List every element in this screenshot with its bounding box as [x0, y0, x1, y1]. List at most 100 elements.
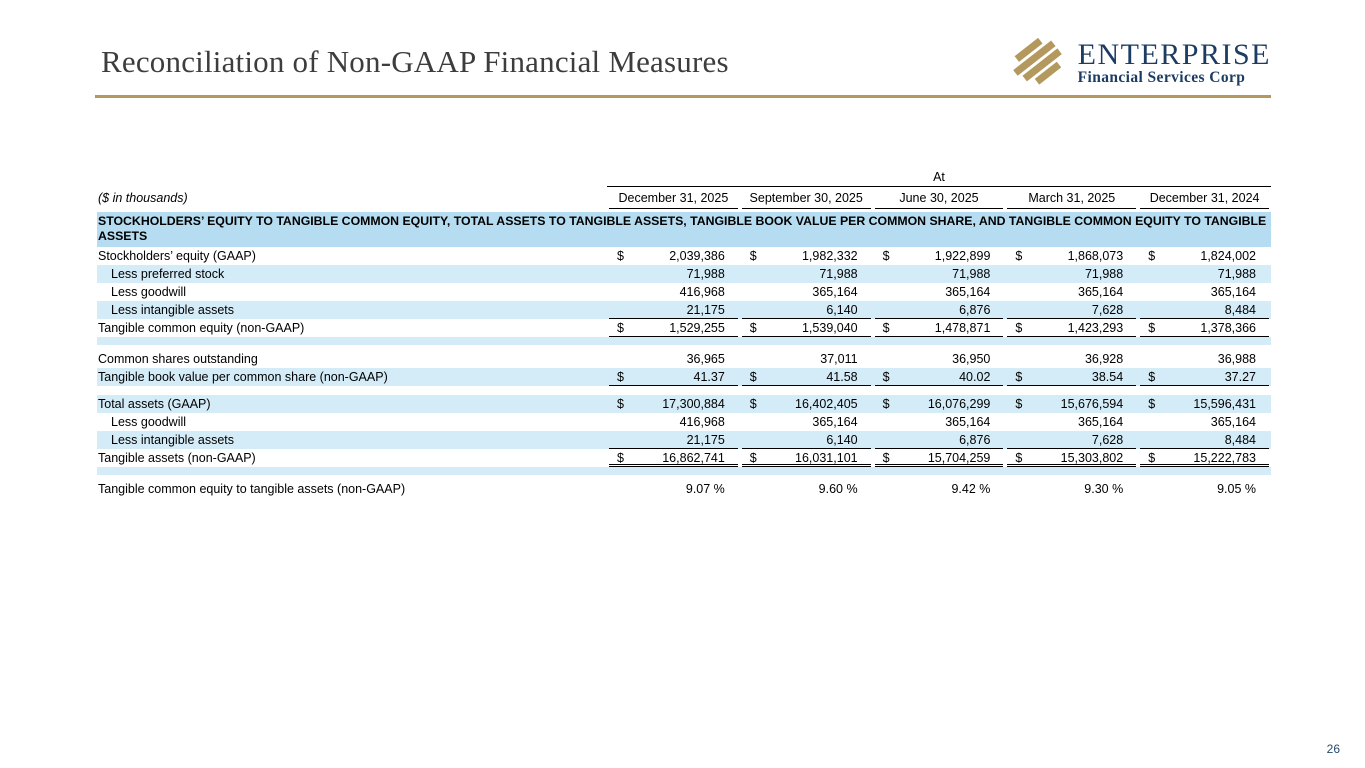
cell-value: 7,628 [1092, 431, 1123, 448]
row-label: Less goodwill [97, 413, 607, 431]
row-label: Less preferred stock [97, 265, 607, 283]
currency-symbol: $ [1015, 368, 1022, 385]
row-values: 21,1756,1406,8767,6288,484 [607, 431, 1271, 449]
value-cell: 365,164 [1007, 413, 1136, 431]
value-cell: $2,039,386 [609, 247, 738, 265]
value-cell: 36,928 [1007, 350, 1136, 368]
currency-symbol: $ [1148, 247, 1155, 265]
cell-value: 9.05 % [1217, 480, 1256, 498]
table-row: Less goodwill416,968365,164365,164365,16… [97, 283, 1271, 301]
column-header: December 31, 2024 [1140, 187, 1269, 209]
row-values: 21,1756,1406,8767,6288,484 [607, 301, 1271, 319]
value-cell: 7,628 [1007, 431, 1136, 449]
cell-value: 1,529,255 [669, 319, 725, 336]
cell-value: 15,222,783 [1193, 449, 1256, 464]
row-label: Tangible assets (non-GAAP) [97, 449, 607, 467]
row-label: Total assets (GAAP) [97, 395, 607, 413]
currency-symbol: $ [750, 449, 757, 464]
cell-value: 38.54 [1092, 368, 1123, 385]
row-values: 416,968365,164365,164365,164365,164 [607, 283, 1271, 301]
cell-value: 15,596,431 [1193, 395, 1256, 413]
value-cell: $1,982,332 [742, 247, 871, 265]
value-cell: 6,876 [875, 431, 1004, 449]
cell-value: 36,928 [1085, 350, 1123, 368]
currency-symbol: $ [750, 395, 757, 413]
value-cell: 36,965 [609, 350, 738, 368]
value-cell: $15,596,431 [1140, 395, 1269, 413]
value-cell: 9.30 % [1007, 480, 1136, 498]
value-cell: 9.42 % [875, 480, 1004, 498]
currency-symbol: $ [1015, 449, 1022, 464]
cell-value: 1,378,366 [1200, 319, 1256, 336]
table-row: Tangible common equity to tangible asset… [97, 480, 1271, 498]
value-cell: $1,378,366 [1140, 319, 1269, 337]
cell-value: 16,031,101 [795, 449, 858, 464]
table-row: Tangible common equity (non-GAAP)$1,529,… [97, 319, 1271, 337]
currency-symbol: $ [1148, 449, 1155, 464]
value-cell: $1,824,002 [1140, 247, 1269, 265]
row-values: $1,529,255$1,539,040$1,478,871$1,423,293… [607, 319, 1271, 337]
value-cell: 71,988 [609, 265, 738, 283]
value-cell: $40.02 [875, 368, 1004, 386]
cell-value: 9.60 % [819, 480, 858, 498]
table-row: Less intangible assets21,1756,1406,8767,… [97, 431, 1271, 449]
currency-symbol: $ [1148, 368, 1155, 385]
cell-value: 37.27 [1225, 368, 1256, 385]
row-values: 36,96537,01136,95036,92836,988 [607, 350, 1271, 368]
currency-symbol: $ [617, 368, 624, 385]
at-header: At [607, 168, 1271, 186]
cell-value: 1,982,332 [802, 247, 858, 265]
logo-company-name: ENTERPRISE [1078, 41, 1271, 68]
date-headers: December 31, 2025September 30, 2025June … [607, 186, 1271, 209]
currency-symbol: $ [617, 395, 624, 413]
cell-value: 16,402,405 [795, 395, 858, 413]
row-label: Stockholders’ equity (GAAP) [97, 247, 607, 265]
cell-value: 416,968 [680, 283, 725, 301]
value-cell: 71,988 [742, 265, 871, 283]
page-number: 26 [1327, 742, 1340, 756]
value-cell: 21,175 [609, 431, 738, 449]
value-cell: $1,868,073 [1007, 247, 1136, 265]
cell-value: 1,824,002 [1200, 247, 1256, 265]
value-cell: 416,968 [609, 413, 738, 431]
cell-value: 365,164 [945, 413, 990, 431]
cell-value: 71,988 [1085, 265, 1123, 283]
value-cell: $15,222,783 [1140, 449, 1269, 467]
value-cell: 9.60 % [742, 480, 871, 498]
cell-value: 71,988 [1218, 265, 1256, 283]
value-cell: $16,076,299 [875, 395, 1004, 413]
value-cell: 365,164 [1140, 413, 1269, 431]
table-row: Less goodwill416,968365,164365,164365,16… [97, 413, 1271, 431]
cell-value: 41.58 [826, 368, 857, 385]
value-cell: $1,529,255 [609, 319, 738, 337]
column-header: June 30, 2025 [875, 187, 1004, 209]
cell-value: 16,862,741 [662, 449, 725, 464]
row-values: 9.07 % 9.60 % 9.42 %9.30 % 9.05 % [607, 480, 1271, 498]
cell-value: 16,076,299 [928, 395, 991, 413]
table-row: Less preferred stock71,98871,98871,98871… [97, 265, 1271, 283]
cell-value: 365,164 [812, 283, 857, 301]
value-cell: 71,988 [875, 265, 1004, 283]
row-label: Common shares outstanding [97, 350, 607, 368]
cell-value: 36,965 [687, 350, 725, 368]
reconciliation-table: At ($ in thousands) December 31, 2025Sep… [97, 168, 1271, 498]
cell-value: 7,628 [1092, 301, 1123, 318]
cell-value: 37,011 [820, 350, 857, 368]
row-values: $16,862,741$16,031,101$15,704,259$15,303… [607, 449, 1271, 467]
cell-value: 9.07 % [686, 480, 725, 498]
column-header: September 30, 2025 [742, 187, 871, 209]
cell-value: 1,868,073 [1068, 247, 1124, 265]
title-divider-line [95, 95, 1271, 98]
value-cell: $16,862,741 [609, 449, 738, 467]
value-cell: 365,164 [1007, 283, 1136, 301]
page-title: Reconciliation of Non-GAAP Financial Mea… [101, 44, 729, 80]
value-cell: 9.05 % [1140, 480, 1269, 498]
row-label: Less intangible assets [97, 431, 607, 449]
currency-symbol: $ [617, 247, 624, 265]
cell-value: 8,484 [1225, 301, 1256, 318]
cell-value: 15,676,594 [1061, 395, 1124, 413]
value-cell: 8,484 [1140, 301, 1269, 319]
cell-value: 17,300,884 [662, 395, 725, 413]
cell-value: 21,175 [687, 301, 725, 318]
cell-value: 6,140 [826, 301, 857, 318]
